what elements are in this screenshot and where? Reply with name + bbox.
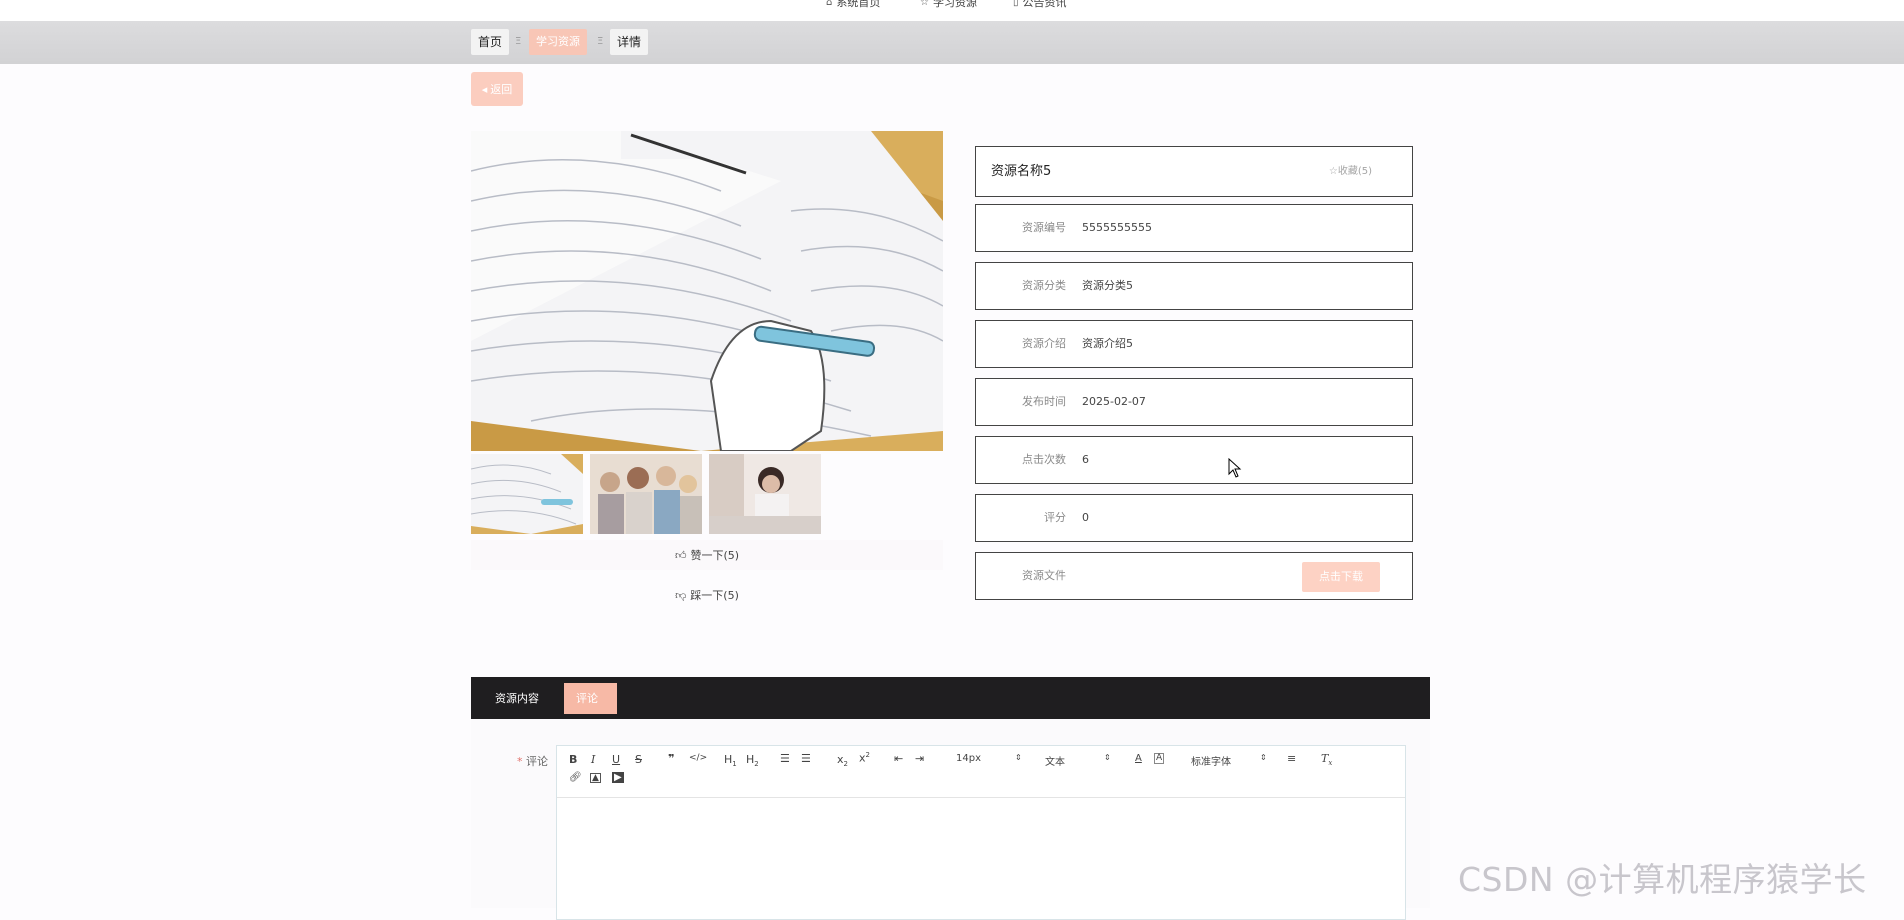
header-1-icon[interactable]: H1	[724, 753, 737, 768]
breadcrumb-separator: Ξ	[597, 36, 604, 47]
breadcrumb-detail: 详情	[610, 29, 649, 55]
field-value: 5555555555	[1082, 221, 1152, 234]
favorite-button[interactable]: ☆收藏(5)	[1329, 147, 1372, 197]
top-nav: ⌂ 系统首页 ☆ 学习资源 ▯ 公告资讯	[0, 0, 1904, 21]
resource-title: 资源名称5	[991, 164, 1052, 179]
field-value: 资源分类5	[1082, 279, 1133, 292]
tab-comments[interactable]: 评论	[564, 683, 617, 714]
document-icon: ▯	[1013, 0, 1019, 8]
field-label: 评分	[1044, 511, 1066, 524]
font-family-select[interactable]: 标准字体	[1191, 753, 1231, 768]
underline-icon[interactable]: U	[612, 753, 620, 766]
field-value: 6	[1082, 453, 1089, 466]
tab-content[interactable]: 资源内容	[483, 683, 551, 714]
nav-home-label: 系统首页	[836, 0, 881, 9]
superscript-icon[interactable]: x2	[859, 751, 870, 765]
breadcrumb-separator: Ξ	[515, 36, 522, 47]
back-button-label: 返回	[490, 83, 513, 96]
required-mark: *	[517, 755, 523, 768]
nav-news[interactable]: ▯ 公告资讯	[1013, 0, 1067, 10]
comment-label: * 评论	[517, 753, 548, 769]
subscript-icon[interactable]: x2	[837, 753, 848, 768]
field-label: 资源编号	[1022, 221, 1066, 234]
indent-icon[interactable]: ⇥	[915, 752, 924, 765]
field-value: 资源介绍5	[1082, 337, 1133, 350]
dislike-label: 踩一下(5)	[690, 589, 739, 602]
video-icon[interactable]: ▶	[612, 772, 624, 783]
content-tabs: 资源内容 评论	[471, 677, 1430, 719]
thumbnail-2[interactable]	[590, 454, 702, 534]
chevron-left-icon: ◂	[481, 82, 488, 96]
file-row: 资源文件 点击下载	[975, 552, 1413, 600]
code-block-icon[interactable]: </>	[689, 753, 707, 763]
like-label: 赞一下(5)	[690, 549, 740, 562]
dislike-button[interactable]: 👎︎ 踩一下(5)	[471, 580, 943, 610]
rich-text-editor: B I U S ❞ </> H1 H2 ☰ ☰ x2 x2 ⇤ ⇥ 14px ⇕…	[556, 745, 1406, 920]
ordered-list-icon[interactable]: ☰	[780, 752, 790, 765]
bold-icon[interactable]: B	[569, 753, 577, 766]
nav-resources[interactable]: ☆ 学习资源	[920, 0, 977, 10]
field-row: 资源介绍 资源介绍5	[975, 320, 1413, 368]
blockquote-icon[interactable]: ❞	[668, 752, 674, 765]
thumbnail-3[interactable]	[709, 454, 821, 534]
main-image	[471, 131, 943, 451]
chevron-updown-icon: ⇕	[1260, 753, 1267, 762]
header-2-icon[interactable]: H2	[746, 753, 759, 768]
field-value: 0	[1082, 511, 1089, 524]
comment-label-text: 评论	[526, 755, 548, 768]
field-label: 发布时间	[1022, 395, 1066, 408]
field-row: 评分 0	[975, 494, 1413, 542]
field-row: 资源分类 资源分类5	[975, 262, 1413, 310]
breadcrumb-home[interactable]: 首页	[471, 29, 510, 55]
download-button[interactable]: 点击下载	[1302, 562, 1380, 592]
field-label: 资源介绍	[1022, 337, 1066, 350]
clear-format-icon[interactable]: Tx	[1321, 752, 1332, 767]
header-select[interactable]: 文本	[1045, 753, 1065, 768]
thumbs-up-icon: 👍︎	[674, 548, 687, 562]
mouse-cursor-icon	[1228, 457, 1242, 482]
field-row: 资源编号 5555555555	[975, 204, 1413, 252]
breadcrumb: 首页 Ξ 学习资源 Ξ 详情	[0, 21, 1904, 64]
home-icon: ⌂	[826, 0, 833, 8]
editor-toolbar: B I U S ❞ </> H1 H2 ☰ ☰ x2 x2 ⇤ ⇥ 14px ⇕…	[557, 746, 1405, 798]
image-icon[interactable]: ▲	[590, 773, 601, 783]
thumbnail-1[interactable]	[471, 454, 583, 534]
nav-home[interactable]: ⌂ 系统首页	[826, 0, 880, 10]
chevron-updown-icon: ⇕	[1015, 753, 1022, 762]
back-button[interactable]: ◂ 返回	[471, 72, 523, 106]
italic-icon[interactable]: I	[591, 753, 595, 766]
align-icon[interactable]: ≡	[1287, 752, 1296, 765]
like-button[interactable]: 👍︎ 赞一下(5)	[471, 540, 943, 570]
breadcrumb-resources[interactable]: 学习资源	[529, 29, 587, 55]
field-row: 发布时间 2025-02-07	[975, 378, 1413, 426]
strike-icon[interactable]: S	[635, 753, 642, 766]
field-row: 点击次数 6	[975, 436, 1413, 484]
font-size-select[interactable]: 14px	[956, 753, 981, 764]
resource-title-box: 资源名称5 ☆收藏(5)	[975, 146, 1413, 197]
file-label: 资源文件	[1022, 569, 1066, 582]
link-icon[interactable]: 🔗︎	[569, 772, 582, 783]
thumbs-down-icon: 👎︎	[675, 588, 687, 602]
star-icon: ☆	[920, 0, 929, 8]
outdent-icon[interactable]: ⇤	[894, 752, 903, 765]
watermark: CSDN @计算机程序猿学长	[1458, 860, 1867, 899]
nav-news-label: 公告资讯	[1022, 0, 1067, 9]
nav-resources-label: 学习资源	[932, 0, 977, 9]
field-label: 资源分类	[1022, 279, 1066, 292]
field-label: 点击次数	[1022, 453, 1066, 466]
text-color-icon[interactable]: A	[1135, 753, 1142, 764]
star-icon: ☆	[1328, 166, 1338, 177]
favorite-label: 收藏(5)	[1337, 166, 1372, 177]
bullet-list-icon[interactable]: ☰	[801, 752, 811, 765]
field-value: 2025-02-07	[1082, 395, 1146, 408]
chevron-updown-icon: ⇕	[1104, 753, 1111, 762]
background-color-icon[interactable]: A	[1154, 753, 1165, 764]
